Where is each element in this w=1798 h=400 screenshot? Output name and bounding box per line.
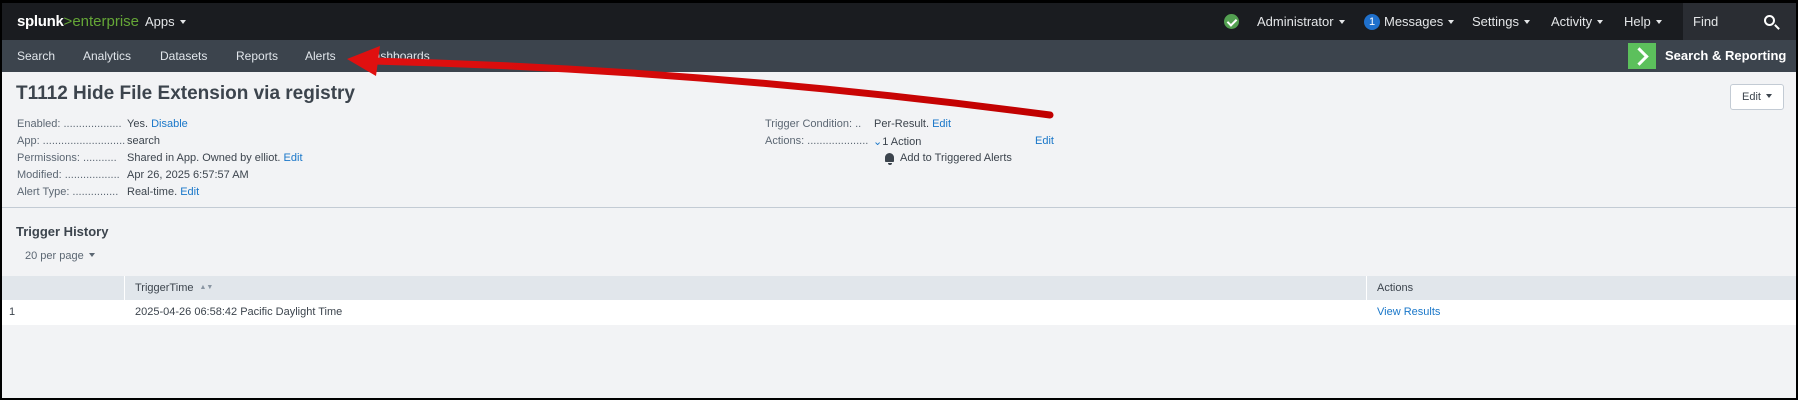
splunk-window: splunk>enterprise Apps Administrator 1 Me… [2, 3, 1796, 398]
annotation-arrow [347, 46, 1054, 119]
